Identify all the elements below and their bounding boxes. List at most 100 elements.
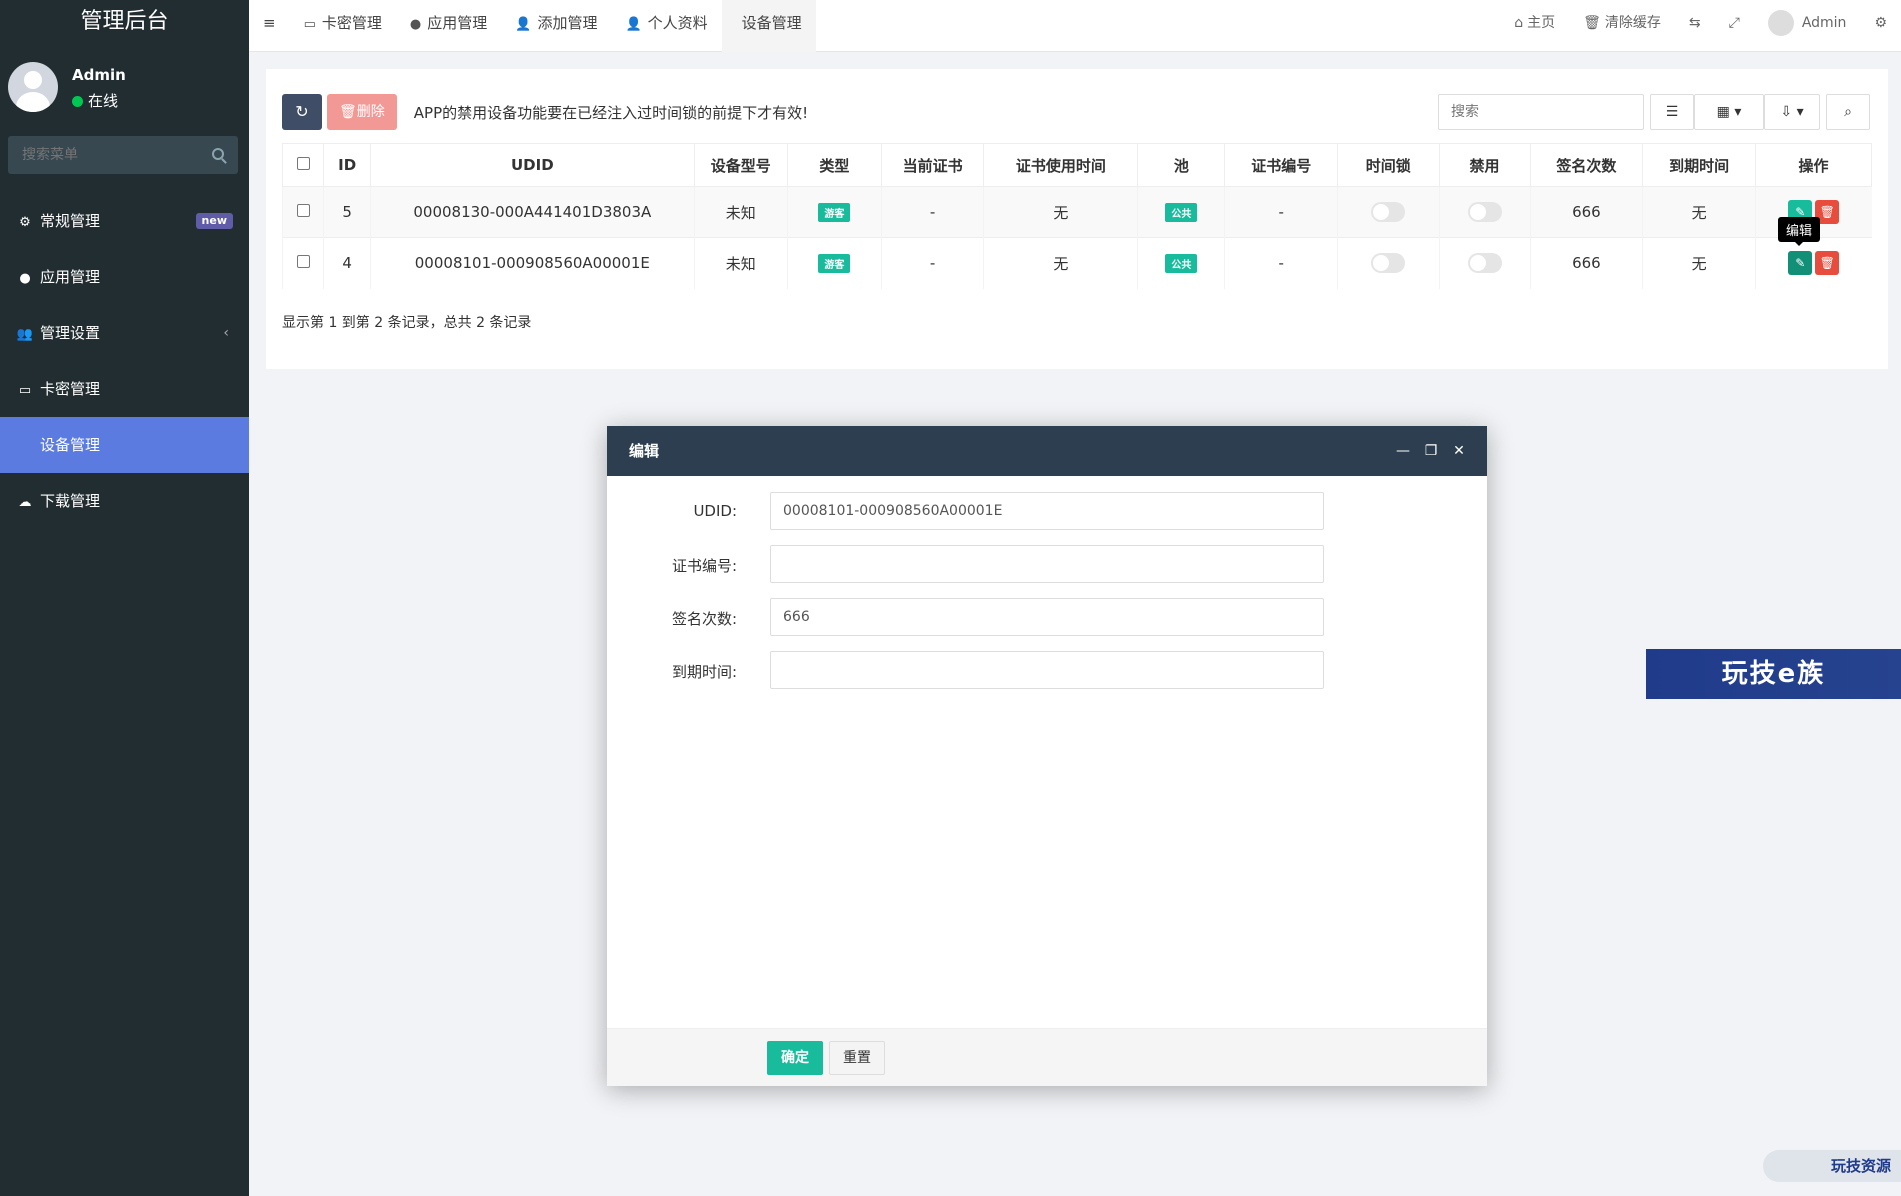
columns-icon: ▦ ▾ (1716, 104, 1742, 120)
cell-time-lock (1337, 186, 1439, 238)
cell-id: 4 (323, 237, 371, 289)
user-name: Admin (72, 66, 126, 84)
sidebar-menu: ⚙ 常规管理 new ● 应用管理 👥 管理设置 ‹ ▭ 卡密管理 设备管理 ☁ 下载管理 (0, 193, 249, 529)
expire-input[interactable] (770, 651, 1324, 689)
tab-devices[interactable]: 设备管理 (721, 0, 816, 52)
col-sign-count[interactable]: 签名次数 (1529, 143, 1644, 187)
topbar: ≡ ▭ 卡密管理 ● 应用管理 👤 添加管理 👤 个人资料 设备管理 ⌂ 主页 🗑 清除缓存… (249, 0, 1901, 52)
sidebar-toggle-button[interactable]: ≡ (249, 0, 290, 52)
col-pool[interactable]: 池 (1137, 143, 1226, 187)
reset-button[interactable]: 重置 (829, 1041, 885, 1075)
sign-count-input[interactable] (770, 598, 1324, 636)
sidebar-item-general[interactable]: ⚙ 常规管理 new (0, 193, 249, 249)
table-row: 5 00008130-000A441401D3803A 未知 游客 - 无 公共… (281, 186, 1872, 238)
refresh-button[interactable]: ↻ (282, 94, 322, 130)
cell-disabled (1438, 237, 1531, 289)
cell-id: 5 (323, 186, 371, 238)
sidebar-item-downloads[interactable]: ☁ 下载管理 (0, 473, 249, 529)
udid-label: UDID: (693, 502, 737, 520)
sidebar-search (8, 136, 238, 174)
select-all-checkbox[interactable] (296, 157, 310, 170)
time-lock-toggle[interactable] (1371, 253, 1406, 274)
home-link[interactable]: ⌂ 主页 (1500, 0, 1569, 52)
col-id[interactable]: ID (323, 143, 371, 187)
language-button[interactable]: ⇆ (1675, 0, 1715, 52)
columns-button[interactable]: ▦ ▾ (1694, 94, 1764, 130)
trash-icon: 🗑 (1583, 15, 1601, 31)
maximize-icon[interactable]: ❐ (1417, 426, 1445, 476)
cloud-download-icon: ☁ (18, 495, 32, 510)
tab-profile[interactable]: 👤 个人资料 (611, 0, 721, 52)
tab-apps[interactable]: ● 应用管理 (396, 0, 501, 52)
watermark-corner: 玩技资源 (1763, 1150, 1901, 1182)
search-icon: ⌕ (1844, 104, 1852, 120)
udid-input[interactable] (770, 492, 1324, 530)
users-icon: 👥 (16, 327, 34, 342)
col-cert-no[interactable]: 证书编号 (1224, 143, 1339, 187)
sidebar-item-cardkeys[interactable]: ▭ 卡密管理 (0, 361, 249, 417)
cell-cert-time: 无 (983, 186, 1138, 238)
avatar (8, 62, 58, 112)
col-type[interactable]: 类型 (786, 143, 882, 187)
row-checkbox[interactable] (296, 204, 310, 217)
dialog-header[interactable]: 编辑 — ❐ ✕ (607, 426, 1487, 476)
pagination-info: 显示第 1 到第 2 条记录，总共 2 条记录 (282, 315, 532, 331)
form-row-sign-count: 签名次数: (607, 598, 1487, 636)
toggle-view-button[interactable]: ☰ (1650, 94, 1694, 130)
cell-cert-no: - (1224, 186, 1338, 238)
col-expire[interactable]: 到期时间 (1642, 143, 1757, 187)
list-icon: ☰ (1665, 104, 1679, 120)
cert-no-input[interactable] (770, 545, 1324, 583)
export-button[interactable]: ⇩ ▾ (1764, 94, 1820, 130)
disabled-toggle[interactable] (1467, 202, 1502, 222)
col-model[interactable]: 设备型号 (693, 143, 788, 187)
clear-cache-button[interactable]: 🗑 清除缓存 (1569, 0, 1675, 52)
row-select-cell (281, 186, 324, 238)
delete-row-button[interactable]: 🗑 (1815, 251, 1840, 276)
table-header-row: ID UDID 设备型号 类型 当前证书 证书使用时间 池 证书编号 时间锁 禁… (281, 143, 1872, 187)
table-row: 4 00008101-000908560A00001E 未知 游客 - 无 公共… (281, 237, 1872, 289)
type-tag: 游客 (818, 202, 851, 222)
row-checkbox[interactable] (296, 255, 310, 269)
close-icon[interactable]: ✕ (1445, 426, 1473, 476)
sidebar: 管理后台 Admin 在线 ⚙常规管理 new ●应用管理 👥管理设置 ‹ ▭卡… (0, 0, 249, 1196)
cell-type: 游客 (786, 186, 882, 238)
new-badge: new (195, 213, 233, 229)
cell-cert-time: 无 (983, 237, 1138, 289)
tab-add[interactable]: 👤 添加管理 (501, 0, 611, 52)
col-disabled[interactable]: 禁用 (1438, 143, 1531, 187)
tab-cardkeys[interactable]: ▭ 卡密管理 (290, 0, 396, 52)
col-current-cert[interactable]: 当前证书 (880, 143, 985, 187)
time-lock-toggle[interactable] (1371, 202, 1406, 222)
credit-card-icon: ▭ (18, 383, 32, 398)
confirm-button[interactable]: 确定 (767, 1041, 823, 1075)
advanced-search-button[interactable]: ⌕ (1826, 94, 1870, 130)
brand-title[interactable]: 管理后台 (0, 0, 249, 44)
sidebar-item-admin-settings[interactable]: 👥 管理设置 ‹ (0, 305, 249, 361)
delete-button[interactable]: 🗑删除 (327, 94, 397, 130)
minimize-icon[interactable]: — (1389, 426, 1417, 476)
form-row-cert-no: 证书编号: (607, 545, 1487, 583)
col-cert-time[interactable]: 证书使用时间 (983, 143, 1139, 187)
online-dot-icon (72, 96, 83, 107)
cell-model: 未知 (693, 186, 788, 238)
settings-button[interactable]: ⚙ (1860, 0, 1901, 52)
cell-type: 游客 (786, 237, 882, 289)
user-menu[interactable]: Admin (1754, 0, 1861, 52)
sidebar-item-devices[interactable]: 设备管理 (0, 417, 249, 473)
cert-no-label: 证书编号: (671, 557, 737, 575)
pool-tag: 公共 (1165, 202, 1198, 222)
sidebar-search-input[interactable] (8, 136, 198, 174)
disabled-toggle[interactable] (1467, 253, 1502, 274)
edit-button[interactable]: ✎ (1788, 251, 1813, 276)
sidebar-item-apps[interactable]: ● 应用管理 (0, 249, 249, 305)
row-select-cell (281, 237, 324, 289)
cell-pool: 公共 (1137, 186, 1225, 238)
fullscreen-button[interactable]: ⤢ (1715, 0, 1754, 52)
search-icon[interactable] (212, 148, 224, 160)
table-search-input[interactable] (1438, 94, 1644, 130)
col-time-lock[interactable]: 时间锁 (1337, 143, 1440, 187)
dialog-title: 编辑 (629, 442, 660, 460)
col-udid[interactable]: UDID (369, 143, 695, 187)
menu-icon: ≡ (263, 14, 276, 32)
